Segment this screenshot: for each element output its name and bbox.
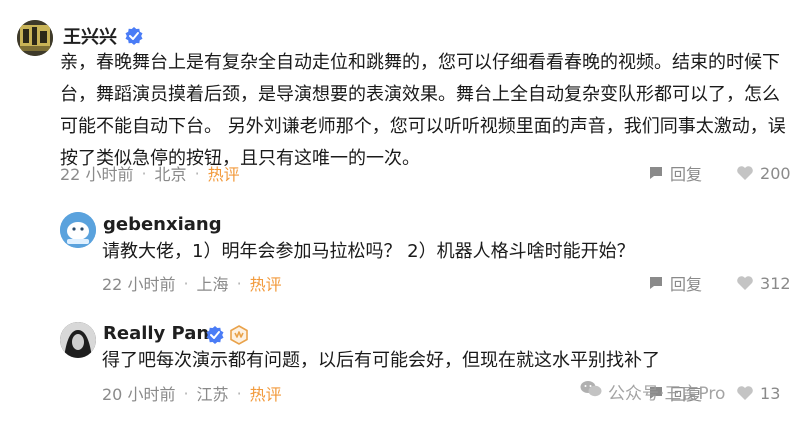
separator: · <box>141 163 147 183</box>
like-button[interactable]: 13 <box>736 384 780 403</box>
comment-text: 亲，春晚舞台上是有复杂全自动走位和跳舞的，您可以仔细看看春晚的视频。结束的时候下… <box>60 52 786 169</box>
separator: · <box>183 273 189 293</box>
wechat-icon <box>580 380 602 403</box>
reply-icon <box>648 275 664 291</box>
comment-meta: 22 小时前 · 北京 · 热评 <box>60 161 240 185</box>
comment-meta: 20 小时前 · 江苏 · 热评 <box>102 381 282 405</box>
like-button[interactable]: 312 <box>736 274 791 293</box>
heart-icon <box>736 385 754 401</box>
location: 北京 <box>154 165 187 184</box>
username[interactable]: 王兴兴 <box>63 23 117 49</box>
timestamp: 20 小时前 <box>102 385 176 404</box>
separator: · <box>183 383 189 403</box>
like-count: 200 <box>760 163 791 183</box>
reply-label: 回复 <box>670 275 703 294</box>
separator: · <box>236 273 242 293</box>
avatar[interactable] <box>60 322 96 358</box>
location: 上海 <box>196 275 229 294</box>
reply-button[interactable]: 回复 <box>648 271 702 295</box>
hot-tag: 热评 <box>249 275 282 294</box>
reply-icon <box>648 165 664 181</box>
avatar[interactable] <box>60 212 96 248</box>
comment-actions: 回复 312 <box>648 271 791 295</box>
hot-tag: 热评 <box>207 165 240 184</box>
like-button[interactable]: 200 <box>736 164 791 183</box>
username[interactable]: Really Pan <box>103 323 209 344</box>
separator: · <box>236 383 242 403</box>
comment-actions: 回复 200 <box>648 161 791 185</box>
separator: · <box>194 163 200 183</box>
comment-text: 请教大佬，1）明年会参加马拉松吗？ 2）机器人格斗啥时能开始？ <box>102 241 635 262</box>
comment-text: 得了吧每次演示都有问题，以后有可能会好，但现在就这水平别找补了 <box>102 350 660 371</box>
location: 江苏 <box>196 385 229 404</box>
like-count: 13 <box>760 383 781 403</box>
heart-icon <box>736 275 754 291</box>
timestamp: 22 小时前 <box>102 275 176 294</box>
avatar[interactable] <box>17 20 53 56</box>
username[interactable]: gebenxiang <box>103 214 222 235</box>
watermark: 公众号·三言Pro <box>580 379 725 404</box>
reply-label: 回复 <box>670 165 703 184</box>
hot-tag: 热评 <box>249 385 282 404</box>
timestamp: 22 小时前 <box>60 165 134 184</box>
reply-button[interactable]: 回复 <box>648 161 702 185</box>
like-count: 312 <box>760 273 791 293</box>
heart-icon <box>736 165 754 181</box>
watermark-text: 公众号·三言Pro <box>608 384 726 404</box>
comment-meta: 22 小时前 · 上海 · 热评 <box>102 271 282 295</box>
